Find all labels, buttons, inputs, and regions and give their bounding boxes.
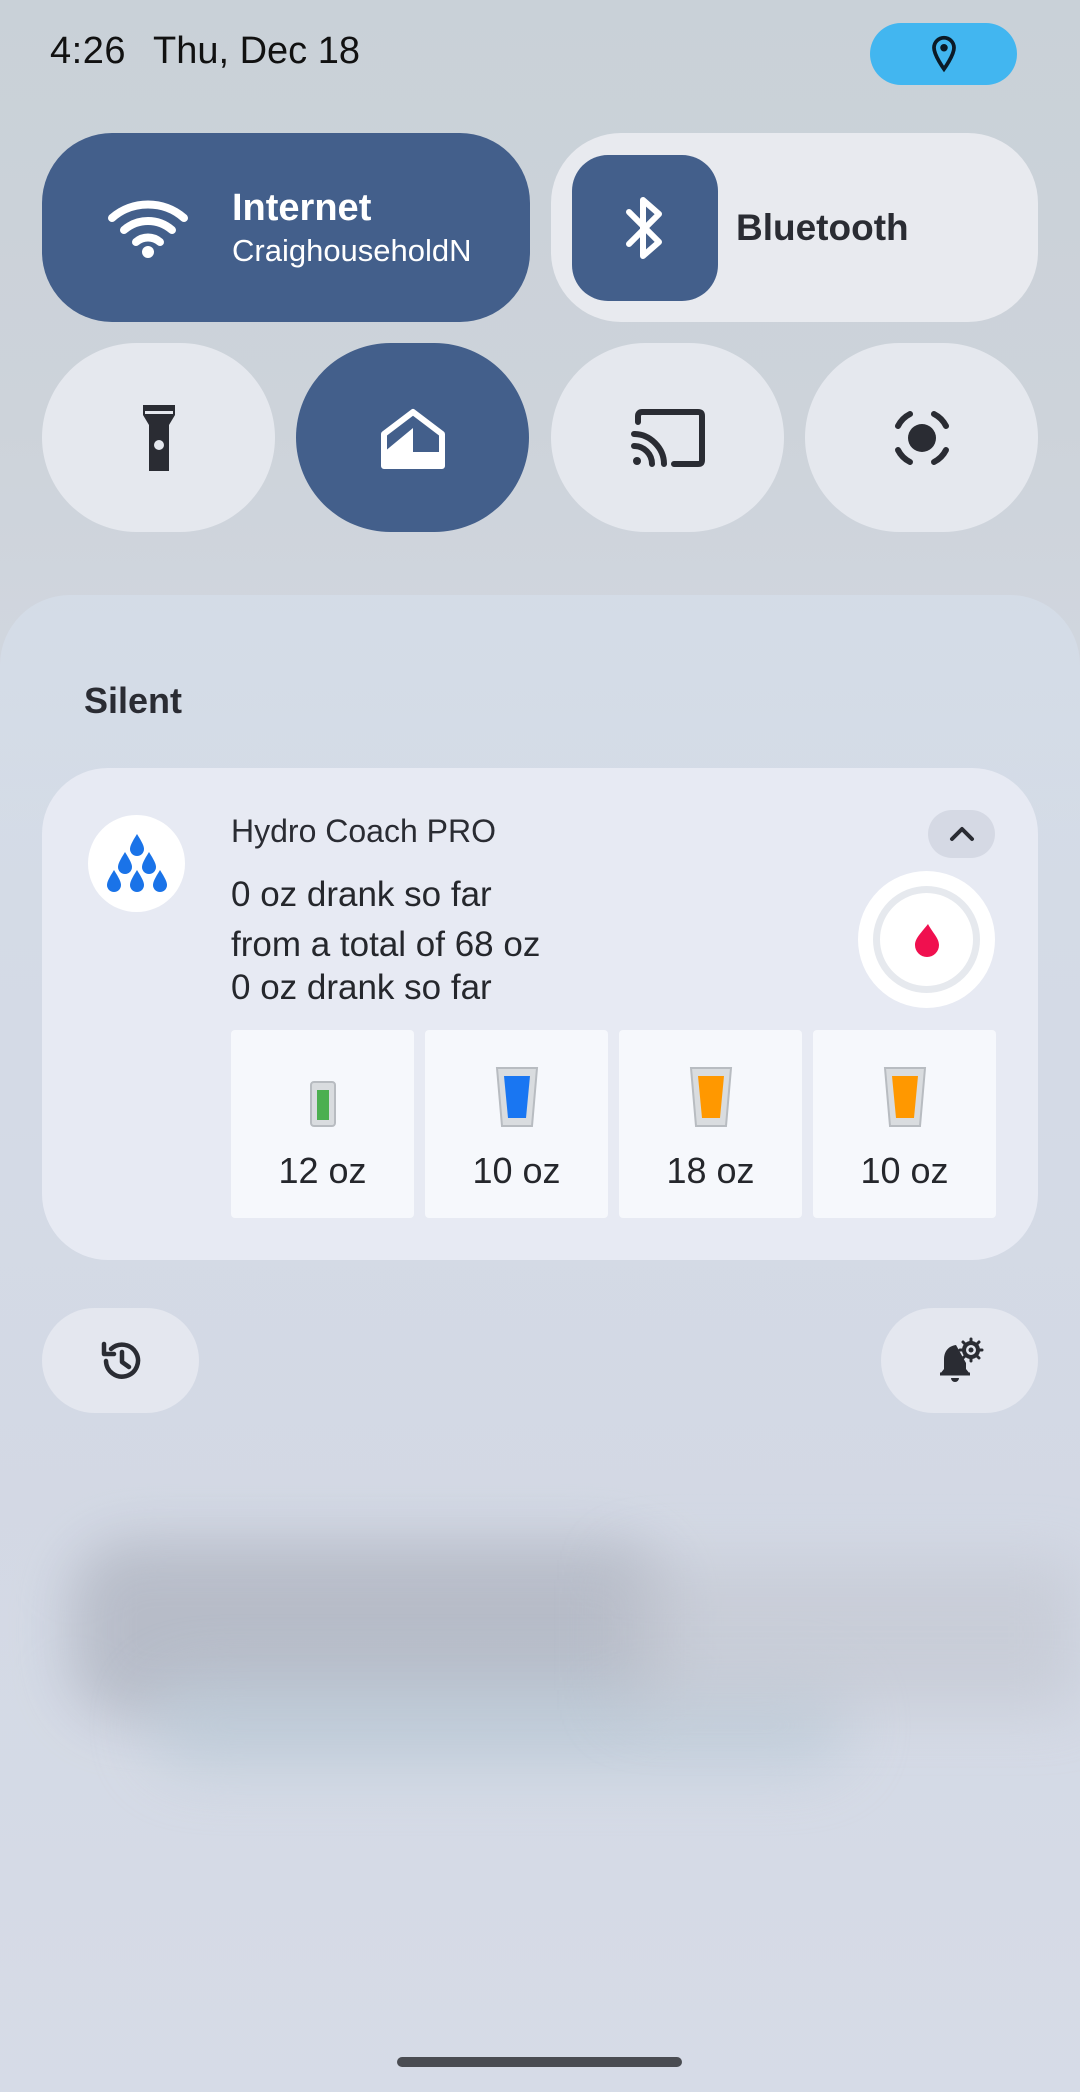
cast-icon <box>630 408 705 467</box>
internet-tile[interactable]: Internet CraighouseholdN <box>42 133 530 322</box>
flashlight-tile[interactable] <box>42 343 275 532</box>
water-drops-icon <box>106 833 167 892</box>
drink-button-4[interactable]: 10 oz <box>813 1030 996 1218</box>
internet-network-name: CraighouseholdN <box>232 232 472 268</box>
cup-icon <box>689 1067 732 1127</box>
history-icon <box>101 1341 140 1379</box>
screen-record-tile[interactable] <box>805 343 1038 532</box>
flashlight-icon <box>142 404 175 471</box>
internet-title: Internet <box>232 186 372 229</box>
bluetooth-toggle[interactable] <box>572 154 718 301</box>
notification-line-1: 0 oz drank so far <box>231 875 492 914</box>
notification-settings-button[interactable] <box>881 1308 1038 1413</box>
drink-amount: 12 oz <box>278 1150 367 1191</box>
drink-button-3[interactable]: 18 oz <box>619 1030 802 1218</box>
wifi-icon <box>108 200 188 258</box>
app-name: Hydro Coach PRO <box>231 813 496 849</box>
drink-button-1[interactable]: 12 oz <box>231 1030 414 1218</box>
location-chip[interactable] <box>870 23 1017 85</box>
bluetooth-tile[interactable]: Bluetooth <box>551 133 1038 322</box>
notification-settings-icon <box>939 1337 983 1382</box>
bluetooth-title: Bluetooth <box>736 206 909 248</box>
blurred-background <box>620 1560 1080 1710</box>
chevron-up-icon <box>949 827 974 841</box>
location-pin-icon <box>931 35 956 73</box>
glass-icon <box>309 1081 336 1127</box>
drink-amount: 18 oz <box>666 1150 755 1191</box>
home-icon <box>380 408 445 469</box>
home-tile[interactable] <box>296 343 529 532</box>
collapse-button[interactable] <box>928 810 995 858</box>
red-drop-icon <box>914 923 939 957</box>
home-gesture-bar[interactable] <box>397 2057 682 2067</box>
status-time: 4:26 <box>50 30 126 72</box>
cup-icon <box>495 1067 538 1127</box>
drink-button-2[interactable]: 10 oz <box>425 1030 608 1218</box>
screen-record-icon <box>894 410 949 465</box>
notification-history-button[interactable] <box>42 1308 199 1413</box>
notification-line-2: from a total of 68 oz <box>231 925 541 964</box>
bluetooth-icon <box>626 196 662 259</box>
drink-amount: 10 oz <box>472 1150 561 1191</box>
section-label-silent: Silent <box>84 680 183 721</box>
progress-ring <box>858 871 995 1008</box>
status-date: Thu, Dec 18 <box>153 30 360 72</box>
cast-tile[interactable] <box>551 343 784 532</box>
app-icon <box>88 815 185 912</box>
cup-icon <box>883 1067 926 1127</box>
drink-amount: 10 oz <box>860 1150 949 1191</box>
notification-line-3: 0 oz drank so far <box>231 968 492 1007</box>
